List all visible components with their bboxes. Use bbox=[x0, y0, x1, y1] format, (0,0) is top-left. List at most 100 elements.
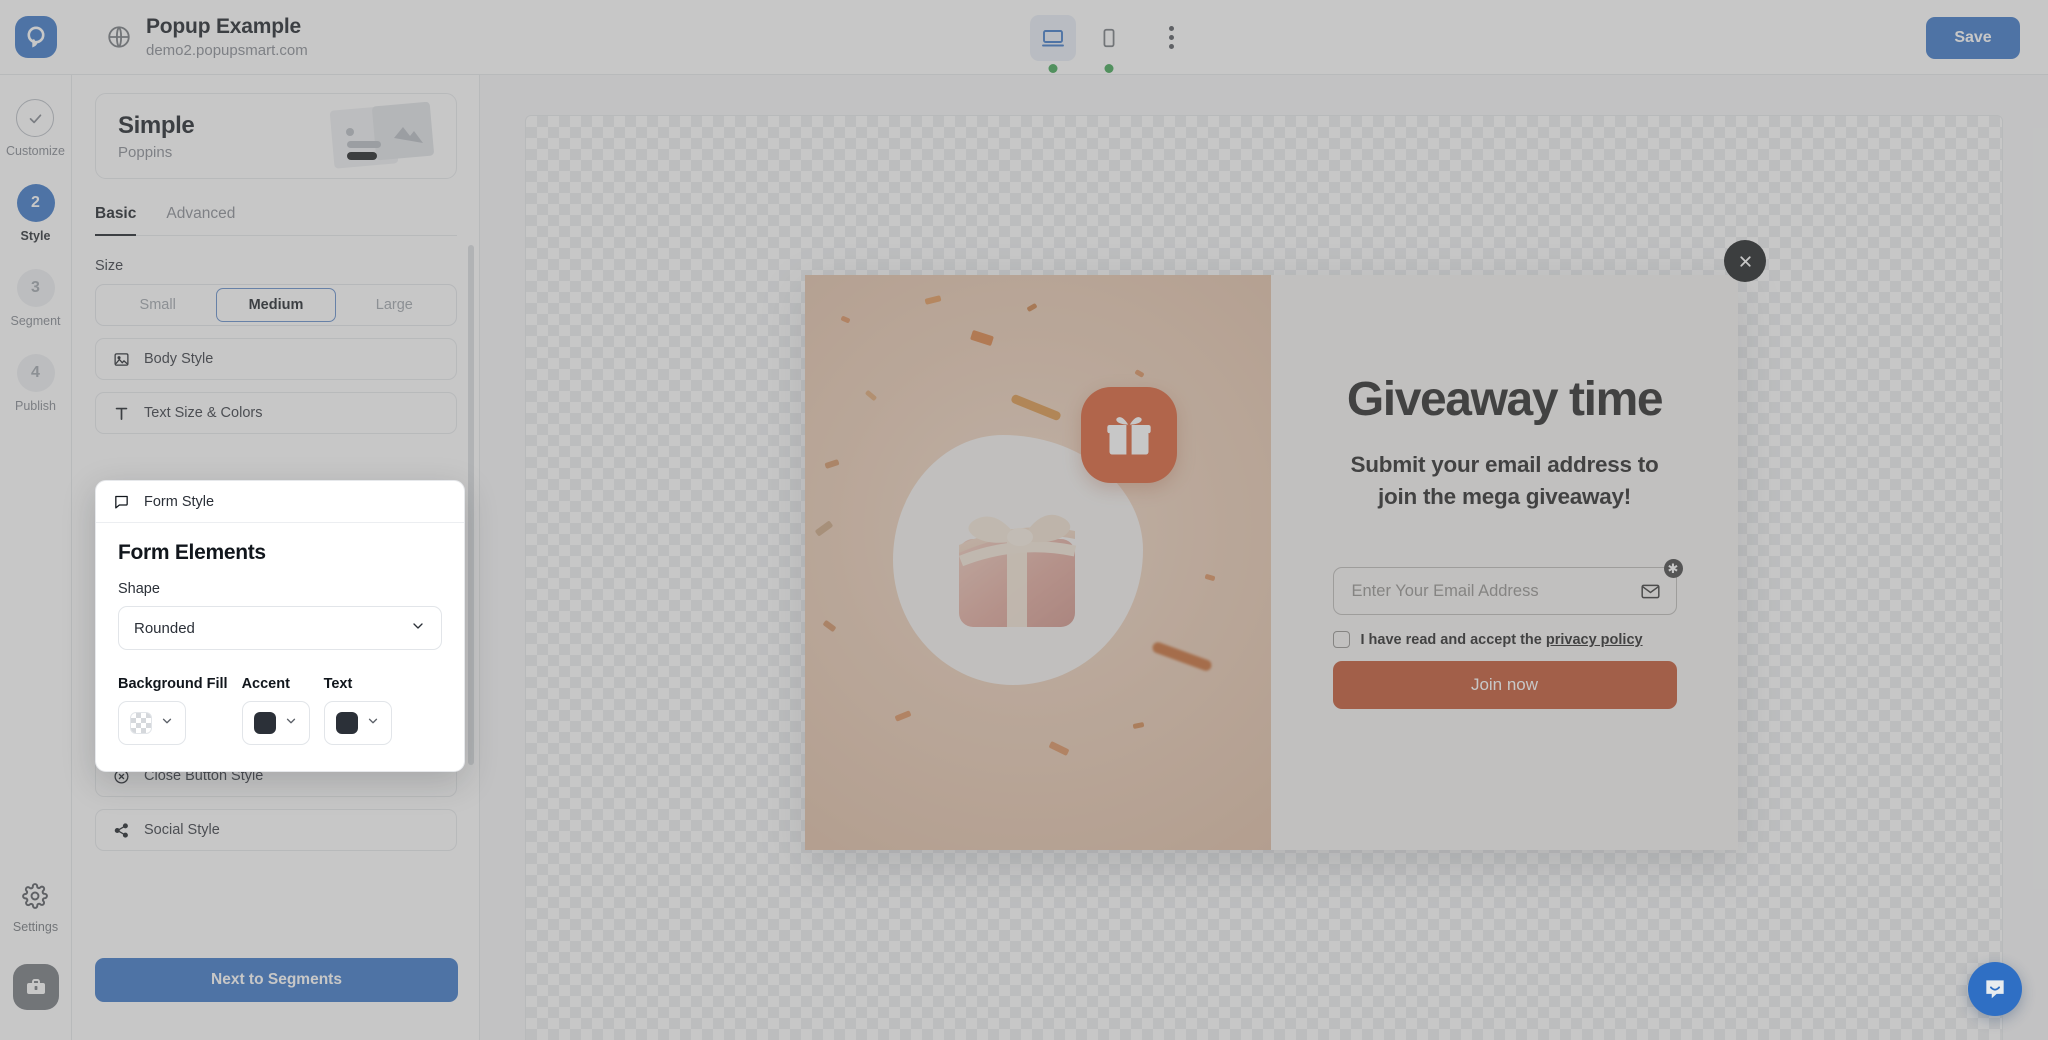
globe-icon bbox=[106, 24, 132, 50]
step-rail: Customize 2 Style 3 Segment 4 Publish Se… bbox=[0, 75, 72, 1040]
image-icon bbox=[112, 351, 130, 368]
rail-step-style[interactable]: 2 Style bbox=[16, 184, 55, 243]
accordion-body-style[interactable]: Body Style bbox=[95, 338, 457, 380]
app-root: Popup Example demo2.popupsmart.com Save … bbox=[0, 0, 2048, 1040]
background-fill-label: Background Fill bbox=[118, 676, 228, 692]
consent-text: I have read and accept the bbox=[1360, 631, 1542, 648]
accordion-text-size-colors[interactable]: Text Size & Colors bbox=[95, 392, 457, 434]
shape-label: Shape bbox=[118, 581, 160, 597]
accent-swatch bbox=[253, 712, 276, 734]
consent-row: I have read and accept the privacy polic… bbox=[1332, 631, 1677, 649]
template-meta: Simple Poppins bbox=[118, 111, 195, 161]
form-style-body: Form Elements Shape Rounded Background F… bbox=[96, 523, 464, 771]
rail-step-segment[interactable]: 3 Segment bbox=[10, 269, 61, 328]
popup-preview: Giveaway time Submit your email address … bbox=[805, 240, 1766, 850]
size-option-large[interactable]: Large bbox=[336, 288, 453, 322]
color-column-background-fill: Background Fill bbox=[118, 676, 228, 745]
step-badge-customize bbox=[16, 99, 55, 137]
gear-icon bbox=[22, 883, 49, 914]
gift-box-illustration bbox=[937, 487, 1105, 637]
device-desktop-button[interactable] bbox=[1030, 14, 1076, 73]
popupsmart-logo-icon[interactable] bbox=[15, 16, 57, 58]
save-button[interactable]: Save bbox=[1926, 17, 2020, 59]
confetti bbox=[1026, 302, 1038, 313]
accordion-social-style[interactable]: Social Style bbox=[95, 809, 457, 851]
text-color-swatch bbox=[335, 712, 358, 734]
confetti bbox=[1048, 740, 1070, 757]
text-icon bbox=[112, 405, 130, 422]
accordion-text-size-colors-label: Text Size & Colors bbox=[144, 405, 263, 421]
consent-checkbox[interactable] bbox=[1332, 631, 1350, 649]
size-segmented-control: Small Medium Large bbox=[95, 284, 457, 326]
device-toggle-group bbox=[1030, 0, 1188, 75]
chevron-down-icon bbox=[160, 714, 174, 733]
chevron-down-icon bbox=[410, 618, 426, 638]
confetti bbox=[864, 389, 878, 402]
page-title: Popup Example bbox=[146, 15, 301, 38]
step-badge-style: 2 bbox=[16, 184, 55, 222]
color-column-accent: Accent bbox=[241, 676, 310, 745]
next-to-segments-button[interactable]: Next to Segments bbox=[95, 958, 458, 1002]
chevron-down-icon bbox=[284, 714, 298, 733]
panel-scrollbar[interactable] bbox=[468, 245, 474, 765]
form-style-header[interactable]: Form Style bbox=[96, 481, 464, 523]
form-elements-title: Form Elements bbox=[118, 541, 266, 564]
form-style-popover: Form Style Form Elements Shape Rounded B… bbox=[95, 480, 465, 772]
tab-basic[interactable]: Basic bbox=[95, 205, 137, 236]
rail-step-customize[interactable]: Customize bbox=[6, 99, 65, 158]
template-name: Simple bbox=[118, 111, 195, 139]
popup-title: Giveaway time bbox=[1346, 373, 1664, 426]
shape-select[interactable]: Rounded bbox=[118, 606, 442, 650]
email-field-wrapper: ✱ bbox=[1332, 559, 1683, 616]
background-fill-swatch bbox=[130, 712, 152, 734]
accent-label: Accent bbox=[241, 676, 290, 692]
desktop-status-dot bbox=[1048, 63, 1058, 73]
confetti bbox=[1134, 369, 1145, 378]
color-columns: Background Fill Accent Text bbox=[118, 676, 442, 745]
gift-icon bbox=[1081, 387, 1177, 483]
template-card[interactable]: Simple Poppins bbox=[95, 93, 457, 179]
share-icon bbox=[112, 822, 130, 839]
confetti bbox=[824, 458, 840, 470]
layout-preview-icon bbox=[322, 101, 440, 172]
panel-tabs: Basic Advanced bbox=[95, 205, 457, 236]
confetti bbox=[969, 329, 995, 347]
confetti bbox=[1132, 721, 1145, 730]
tab-advanced[interactable]: Advanced bbox=[166, 205, 235, 235]
confetti bbox=[894, 710, 912, 722]
confetti bbox=[924, 295, 942, 305]
size-section-label: Size bbox=[95, 258, 124, 274]
rail-settings-button[interactable]: Settings bbox=[13, 883, 58, 934]
email-input[interactable] bbox=[1332, 567, 1677, 616]
form-style-header-label: Form Style bbox=[144, 493, 215, 510]
text-color-label: Text bbox=[323, 676, 353, 692]
accent-swatch-button[interactable] bbox=[241, 701, 310, 745]
site-url: demo2.popupsmart.com bbox=[146, 42, 308, 59]
size-option-medium[interactable]: Medium bbox=[216, 288, 336, 322]
rail-settings-label: Settings bbox=[12, 920, 59, 934]
background-fill-swatch-button[interactable] bbox=[118, 701, 186, 745]
toolbox-icon[interactable] bbox=[12, 964, 59, 1010]
confetti bbox=[1204, 573, 1216, 582]
step-label-segment: Segment bbox=[10, 314, 61, 328]
consent-label: I have read and accept the privacy polic… bbox=[1361, 632, 1643, 648]
confetti bbox=[840, 315, 851, 324]
device-mobile-button[interactable] bbox=[1086, 15, 1132, 73]
confetti bbox=[822, 619, 837, 633]
template-font: Poppins bbox=[118, 143, 173, 161]
popup-image-side bbox=[805, 275, 1271, 850]
privacy-policy-link[interactable]: privacy policy bbox=[1546, 632, 1643, 648]
accordion-body-style-label: Body Style bbox=[144, 351, 214, 367]
text-color-swatch-button[interactable] bbox=[323, 701, 392, 745]
size-option-small[interactable]: Small bbox=[99, 288, 216, 322]
rail-step-publish[interactable]: 4 Publish bbox=[15, 354, 56, 413]
close-icon[interactable] bbox=[1724, 240, 1766, 282]
chat-bubble-icon[interactable] bbox=[1968, 962, 2022, 1016]
step-label-style: Style bbox=[20, 229, 51, 243]
kebab-menu-icon[interactable] bbox=[1154, 15, 1188, 61]
shape-select-value: Rounded bbox=[134, 619, 195, 637]
step-badge-segment: 3 bbox=[16, 269, 55, 307]
popup-subtitle: Submit your email address to join the me… bbox=[1350, 452, 1659, 510]
step-label-publish: Publish bbox=[15, 399, 56, 413]
join-now-button[interactable]: Join now bbox=[1332, 661, 1677, 710]
